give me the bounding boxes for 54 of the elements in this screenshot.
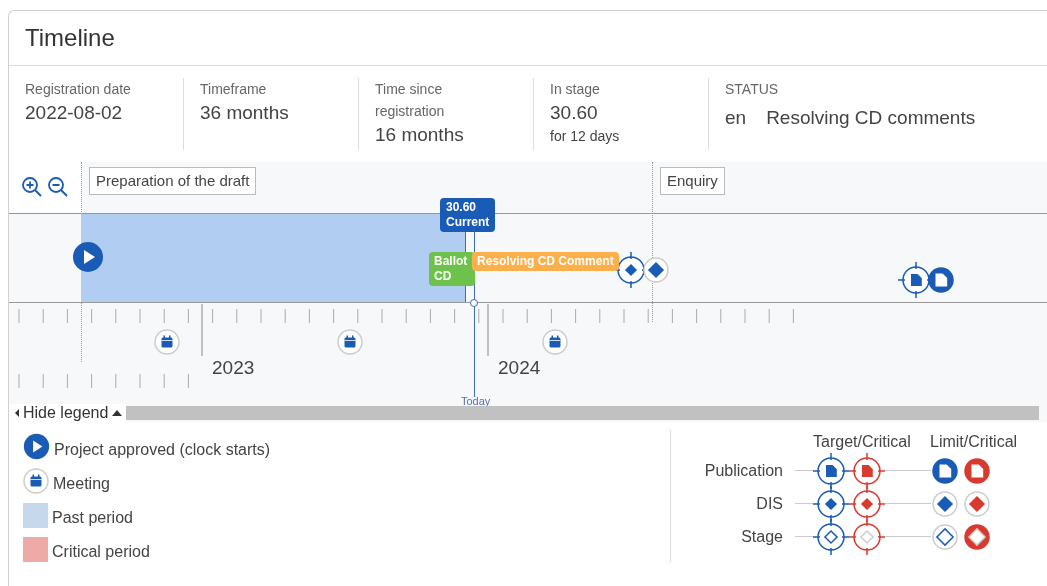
info-value: 2022-08-02 [25, 101, 124, 126]
language-code: en [725, 106, 747, 131]
left-caret-icon [15, 409, 19, 417]
today-label: Today [461, 394, 491, 407]
meeting-icon [542, 328, 568, 355]
target-icon [813, 452, 849, 489]
legend-label: Past period [52, 508, 133, 528]
meeting-icon [154, 328, 180, 355]
current-label: Current [446, 214, 490, 230]
limit-icon [931, 456, 959, 485]
info-label: Timeframe [200, 80, 268, 100]
phase-label: Preparation of the draft [89, 166, 257, 196]
year-label: 2023 [212, 355, 255, 380]
start-icon [72, 240, 104, 273]
stage-code: 30.60 [446, 199, 478, 215]
info-label: Time since registration [375, 80, 446, 122]
target-icon [813, 518, 849, 555]
info-value: 16 months [375, 123, 465, 148]
column-heading: Limit/Critical [930, 432, 1019, 452]
column-heading: Target/Critical [813, 432, 912, 452]
info-value: 36 months [200, 101, 290, 126]
row-label: DIS [755, 493, 783, 514]
phase-label: Enquiry [660, 166, 725, 196]
info-label: In stage [550, 80, 601, 100]
legend-label: Meeting [53, 474, 110, 494]
stage-tag: Ballot CD [429, 251, 475, 286]
meeting-icon [337, 328, 363, 355]
meeting-icon [23, 468, 49, 494]
info-label: STATUS [725, 80, 780, 100]
horizontal-scrollbar[interactable] [126, 406, 1039, 420]
critical-target-icon [849, 485, 885, 522]
legend-label: Project approved (clock starts) [54, 440, 271, 460]
critical-target-icon [849, 452, 885, 489]
start-icon [23, 433, 50, 460]
hide-legend-toggle[interactable]: Hide legend [9, 404, 127, 422]
row-label: Stage [740, 526, 783, 547]
document-icon [927, 265, 955, 294]
info-label: Registration date [25, 80, 132, 100]
info-value: 30.60 [550, 101, 599, 126]
year-label: 2024 [498, 355, 541, 380]
zoom-in-icon[interactable] [21, 175, 43, 198]
row-label: Publication [703, 460, 783, 481]
window-title: Timeline [25, 23, 115, 53]
critical-limit-icon [963, 489, 991, 518]
up-caret-icon [112, 410, 123, 416]
today-handle[interactable] [470, 298, 478, 307]
stage-tag: Resolving CD Comment [472, 251, 619, 271]
legend-label: Critical period [52, 542, 150, 562]
critical-limit-icon [963, 456, 991, 485]
critical-limit-icon [963, 522, 991, 551]
status-value: Resolving CD comments [766, 106, 976, 131]
target-icon [813, 485, 849, 522]
zoom-out-icon[interactable] [47, 175, 69, 198]
info-note: for 12 days [550, 127, 621, 147]
